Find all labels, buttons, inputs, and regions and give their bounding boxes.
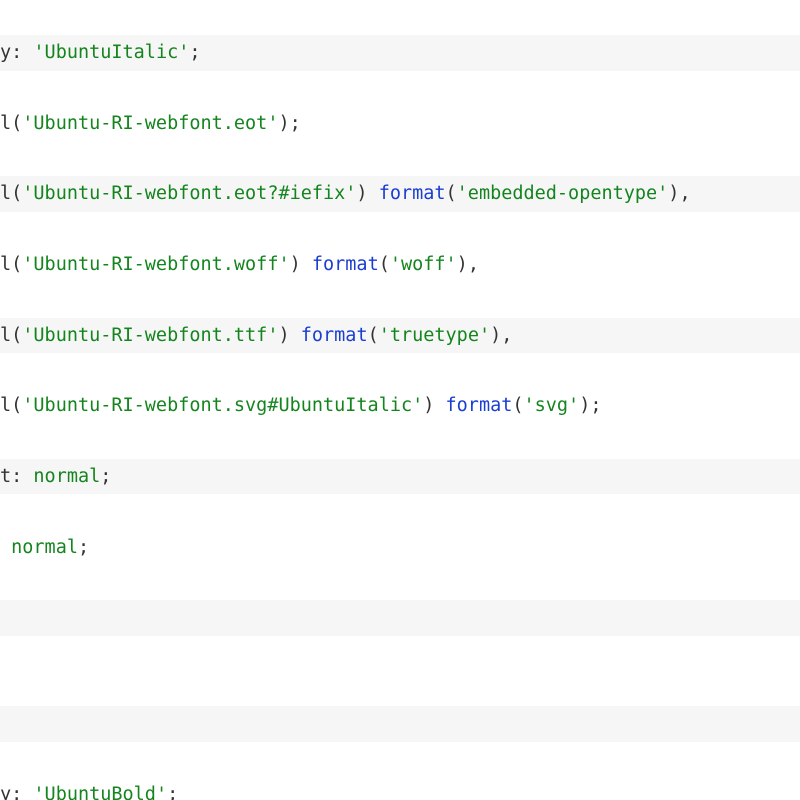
string-literal: 'Ubuntu-RI-webfont.eot' <box>22 113 278 134</box>
punct-comma: , <box>468 254 479 275</box>
code-line: l('Ubuntu-RI-webfont.ttf') format('truet… <box>0 318 800 354</box>
punct-close: ) <box>356 183 367 204</box>
line-fragment: l( <box>0 325 22 346</box>
code-line: normal; <box>0 530 800 566</box>
punct-close: ) <box>490 325 501 346</box>
punct-close: ) <box>457 254 468 275</box>
punct-close: ) <box>278 113 289 134</box>
code-line-blank <box>0 706 800 742</box>
string-literal: 'Ubuntu-RI-webfont.ttf' <box>22 325 278 346</box>
line-fragment: l( <box>0 254 22 275</box>
string-literal: 'UbuntuBold' <box>33 784 167 800</box>
code-line: y: 'UbuntuItalic'; <box>0 35 800 71</box>
punct-semi: ; <box>189 42 200 63</box>
punct-comma: , <box>679 183 690 204</box>
string-literal: 'Ubuntu-RI-webfont.eot?#iefix' <box>22 183 356 204</box>
punct-semi: ; <box>167 784 178 800</box>
punct-close: ) <box>423 395 434 416</box>
code-line: l('Ubuntu-RI-webfont.woff') format('woff… <box>0 247 800 283</box>
string-literal: 'UbuntuItalic' <box>33 42 189 63</box>
line-fragment: y: <box>0 784 33 800</box>
css-code-viewer: y: 'UbuntuItalic'; l('Ubuntu-RI-webfont.… <box>0 0 800 800</box>
separator-blank <box>0 678 11 699</box>
line-fragment: l( <box>0 183 22 204</box>
format-keyword: format <box>446 395 513 416</box>
css-value: normal <box>33 466 100 487</box>
code-line: l('Ubuntu-RI-webfont.eot'); <box>0 106 800 142</box>
punct-close: ) <box>579 395 590 416</box>
punct-comma: , <box>501 325 512 346</box>
punct-open: ( <box>512 395 523 416</box>
punct-open: ( <box>379 254 390 275</box>
string-literal: 'embedded-opentype' <box>457 183 669 204</box>
punct-close: ) <box>278 325 289 346</box>
punct-open: ( <box>368 325 379 346</box>
code-line: y: 'UbuntuBold'; <box>0 777 800 800</box>
line-fragment: t: <box>0 466 33 487</box>
css-value: normal <box>11 537 78 558</box>
line-fragment <box>0 537 11 558</box>
punct-semi: ; <box>590 395 601 416</box>
string-literal: 'truetype' <box>379 325 490 346</box>
punct-semi: ; <box>290 113 301 134</box>
string-literal: 'Ubuntu-RI-webfont.svg#UbuntuItalic' <box>22 395 423 416</box>
code-line: l('Ubuntu-RI-webfont.eot?#iefix') format… <box>0 176 800 212</box>
code-line: l('Ubuntu-RI-webfont.svg#UbuntuItalic') … <box>0 388 800 424</box>
string-literal: 'woff' <box>390 254 457 275</box>
punct-semi: ; <box>78 537 89 558</box>
format-keyword: format <box>379 183 446 204</box>
punct-close: ) <box>668 183 679 204</box>
punct-close: ) <box>290 254 301 275</box>
string-literal: 'Ubuntu-RI-webfont.woff' <box>22 254 289 275</box>
line-fragment: y: <box>0 42 33 63</box>
format-keyword: format <box>301 325 368 346</box>
punct-open: ( <box>446 183 457 204</box>
punct-semi: ; <box>100 466 111 487</box>
format-keyword: format <box>312 254 379 275</box>
line-fragment: l( <box>0 395 22 416</box>
code-line-blank <box>0 600 800 636</box>
line-fragment: l( <box>0 113 22 134</box>
code-line: t: normal; <box>0 459 800 495</box>
string-literal: 'svg' <box>524 395 580 416</box>
